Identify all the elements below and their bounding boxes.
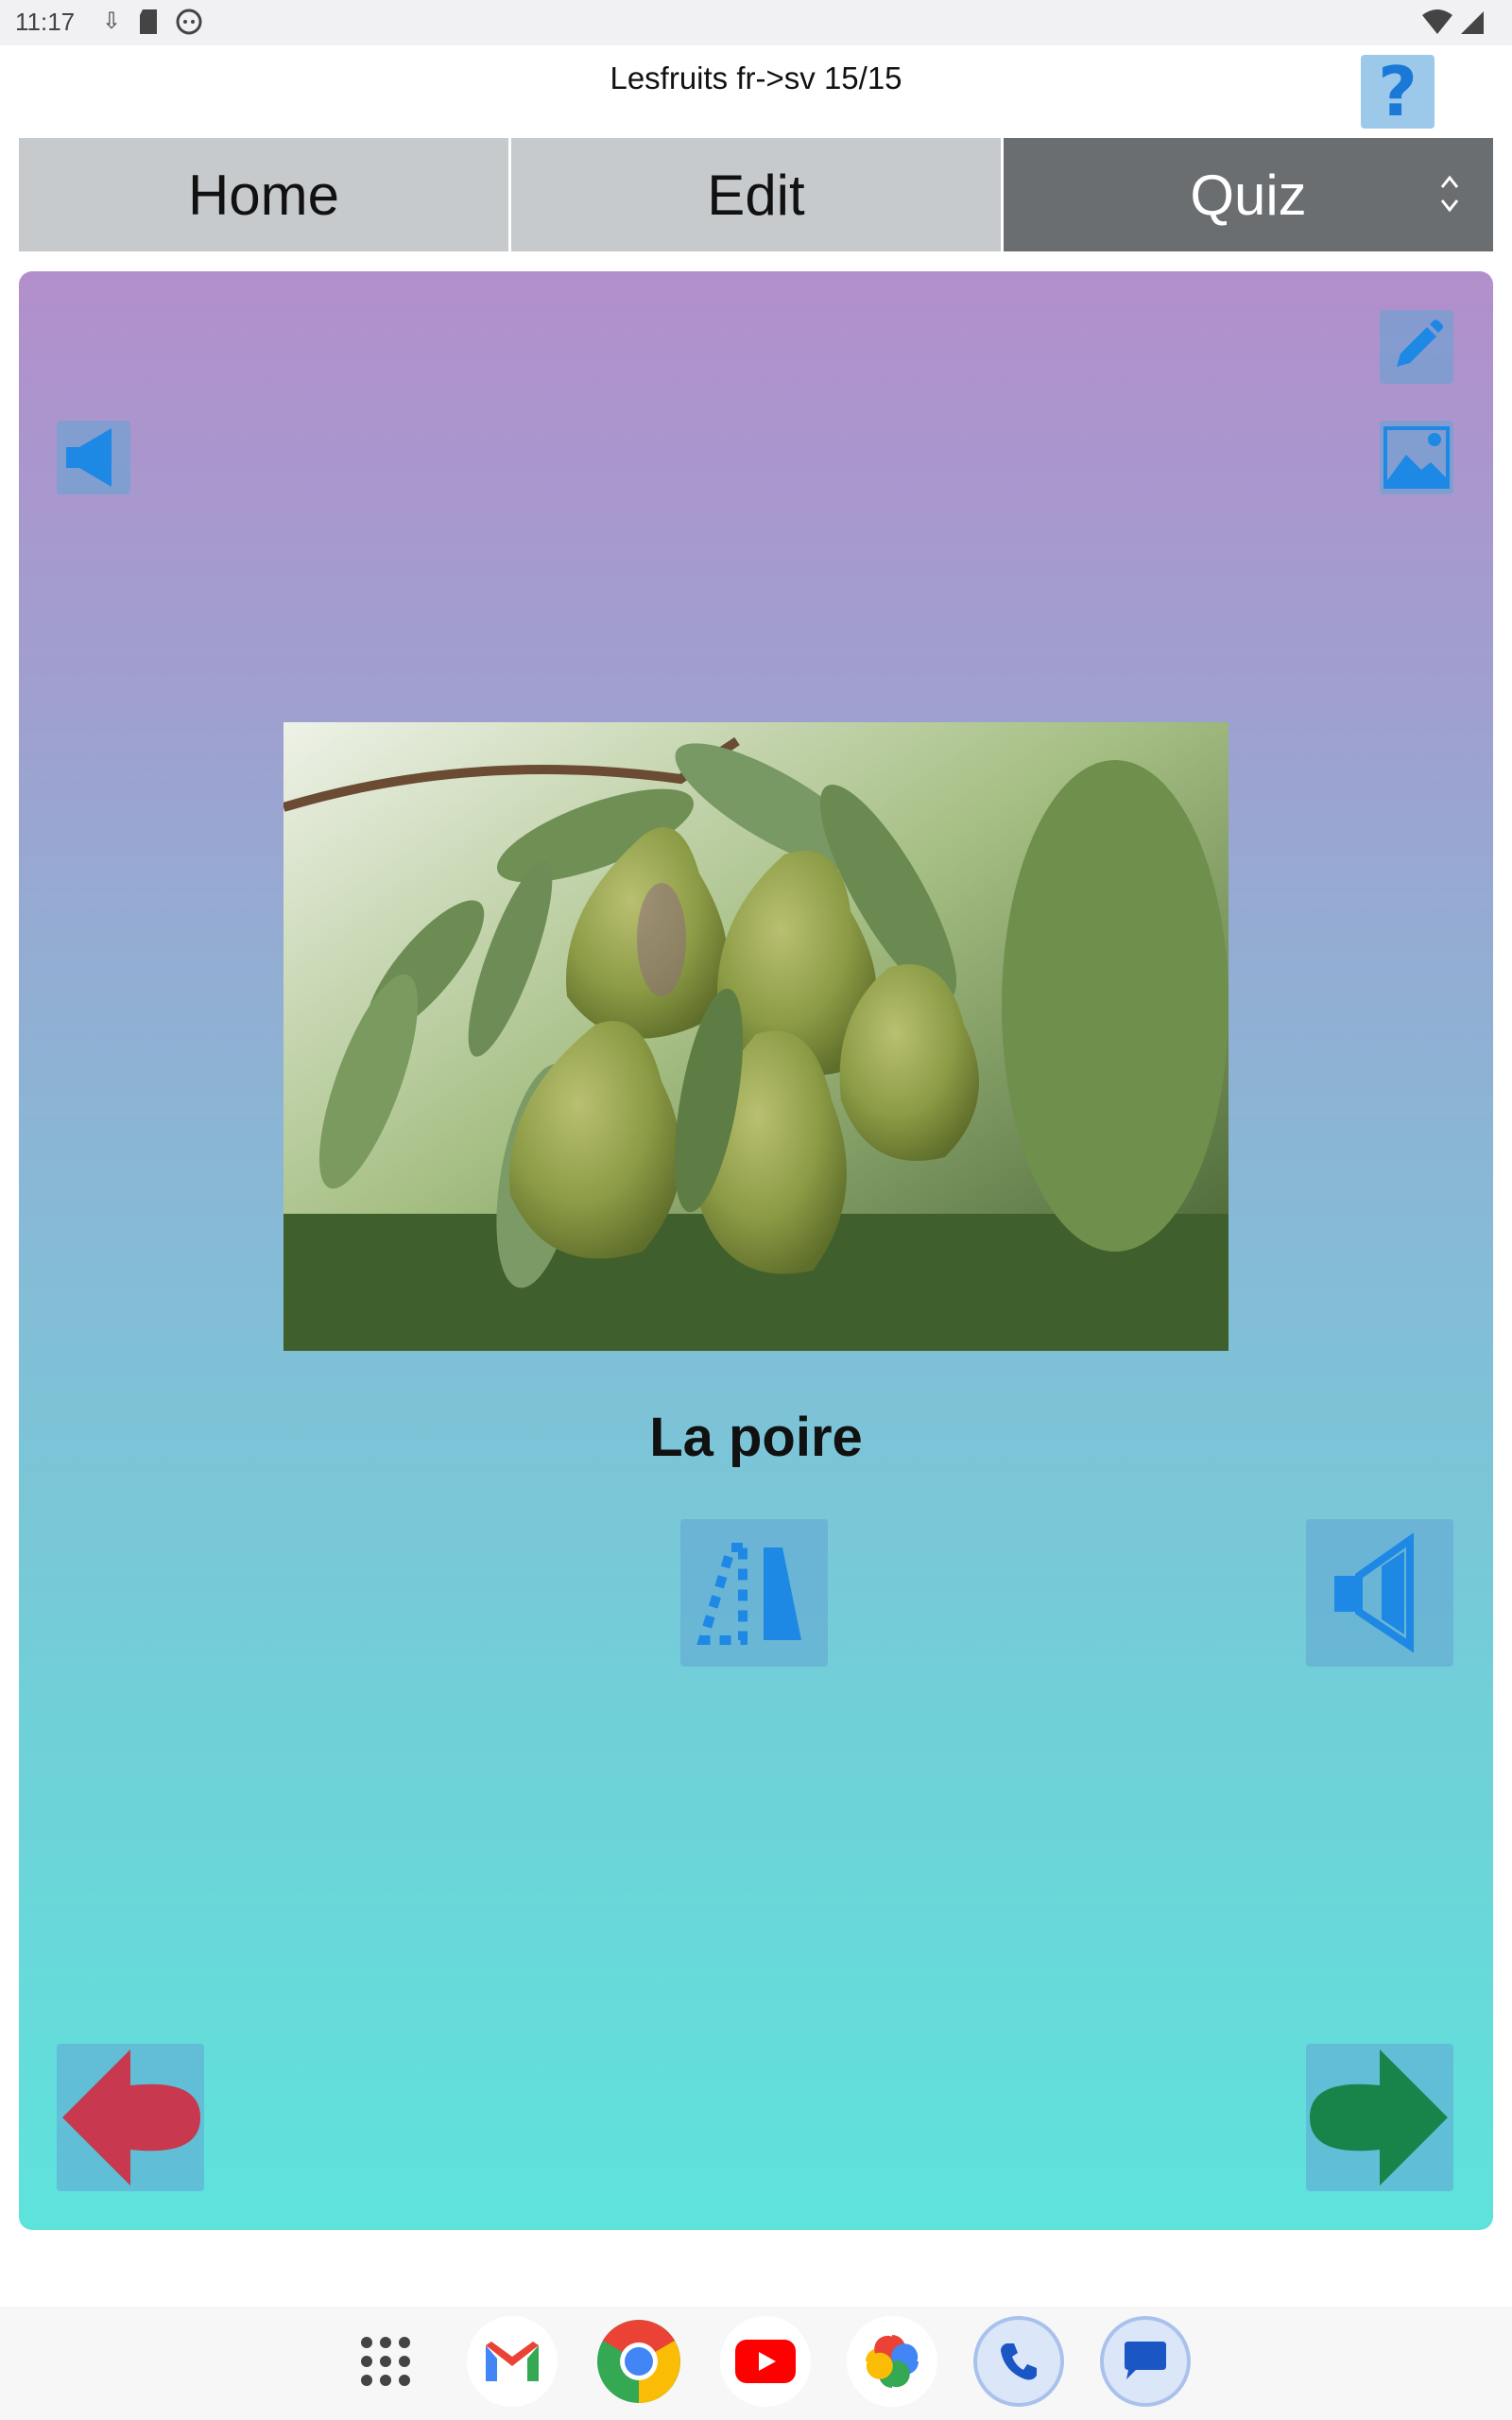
tab-quiz[interactable]: Quiz [1004, 138, 1493, 251]
previous-button[interactable] [57, 2044, 204, 2191]
speaker-button-large[interactable] [1306, 1519, 1453, 1667]
tab-quiz-label: Quiz [1190, 163, 1307, 227]
chrome-icon[interactable] [593, 2316, 684, 2407]
pear-photo [284, 722, 1228, 1351]
page-title: Lesfruits fr->sv 15/15 [610, 60, 902, 95]
flashcard: La poire [19, 271, 1493, 2230]
image-icon [1383, 426, 1450, 489]
help-button[interactable]: ? [1361, 55, 1435, 129]
arrow-right-icon [1310, 2049, 1448, 2186]
wifi-icon [1422, 9, 1452, 34]
status-time: 11:17 [15, 8, 76, 36]
app-drawer-icon[interactable] [340, 2316, 431, 2407]
image-button[interactable] [1380, 421, 1453, 494]
signal-icon [1461, 11, 1484, 34]
face-icon [176, 9, 202, 35]
card-word: La poire [649, 1407, 863, 1468]
gmail-icon[interactable] [467, 2316, 558, 2407]
pencil-icon [1397, 320, 1443, 367]
messages-icon[interactable] [1100, 2316, 1191, 2407]
app-dock [0, 2307, 1512, 2420]
flip-button[interactable] [680, 1519, 828, 1667]
status-bar: 11:17 ⇩ [0, 0, 1512, 45]
title-bar: Lesfruits fr->sv 15/15 ? [0, 45, 1512, 138]
status-icons-right [1421, 9, 1486, 36]
nav-tabs: Home Edit Quiz [19, 138, 1493, 251]
speaker-icon [66, 428, 112, 487]
tab-home[interactable]: Home [19, 138, 508, 251]
download-icon: ⇩ [102, 9, 122, 34]
speaker-icon [1334, 1532, 1414, 1653]
chevron-updown-icon[interactable] [1438, 170, 1461, 217]
edit-button[interactable] [1380, 310, 1453, 384]
sd-card-icon [140, 9, 158, 34]
flip-card-icon [696, 1543, 801, 1645]
phone-icon[interactable] [973, 2316, 1064, 2407]
pears-image [284, 722, 1228, 1351]
next-button[interactable] [1306, 2044, 1453, 2191]
youtube-icon[interactable] [720, 2316, 811, 2407]
speaker-button-small[interactable] [57, 421, 130, 494]
arrow-left-icon [62, 2049, 200, 2186]
question-icon: ? [1378, 52, 1418, 131]
tab-edit[interactable]: Edit [511, 138, 1001, 251]
photos-icon[interactable] [847, 2316, 937, 2407]
status-icons-left: ⇩ [102, 8, 202, 36]
